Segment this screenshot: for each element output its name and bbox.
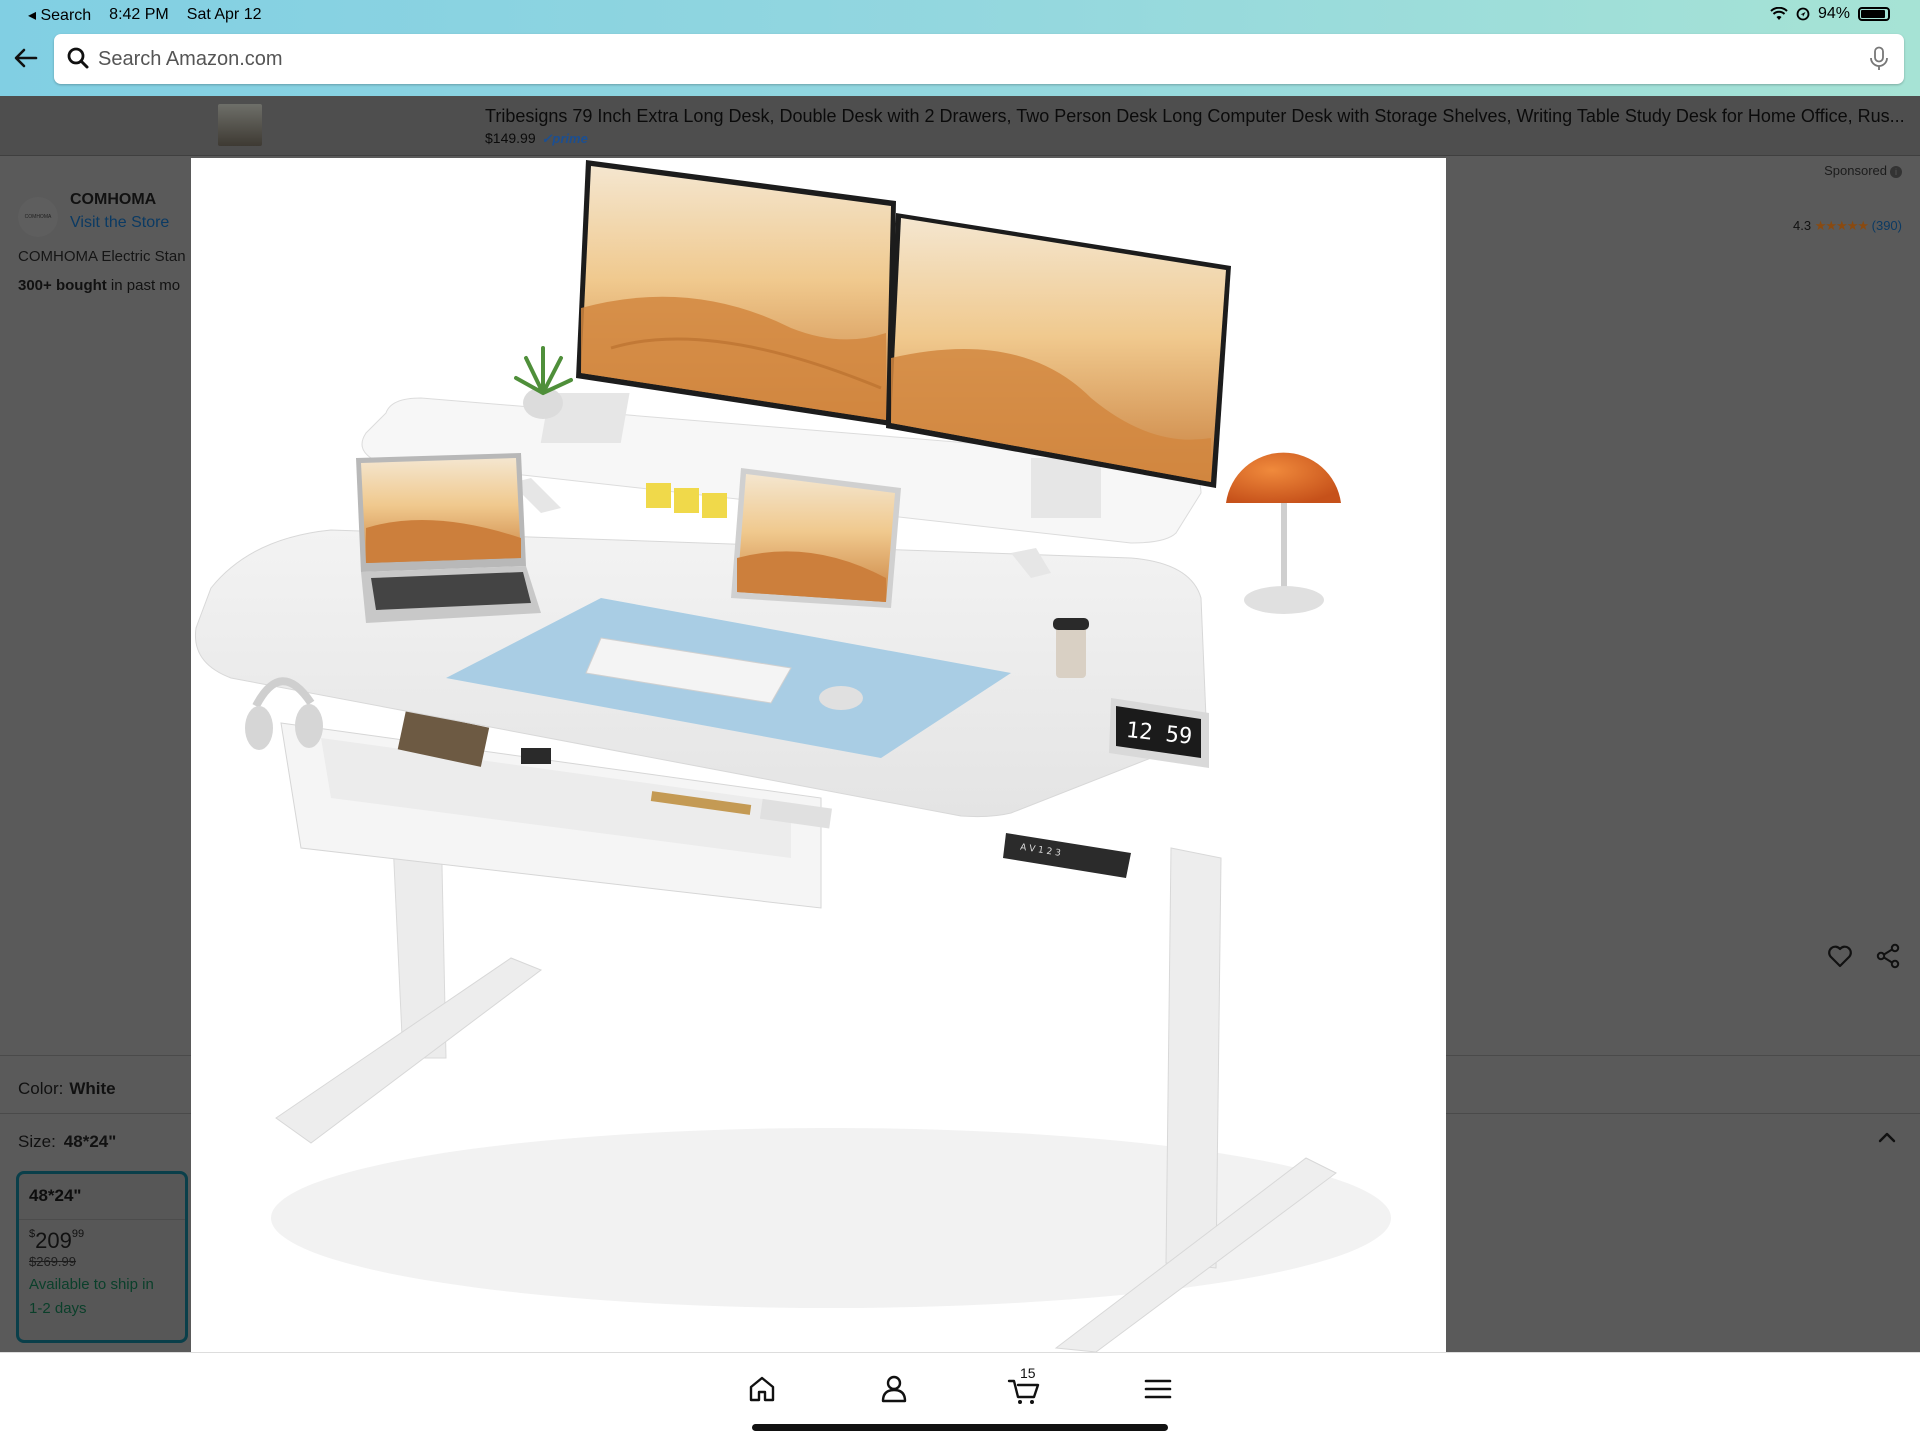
bought-count-bold: 300+ bought bbox=[18, 277, 107, 294]
search-input[interactable] bbox=[98, 42, 1838, 76]
rating-summary[interactable]: 4.3 ★★★★★ (390) bbox=[1793, 218, 1902, 234]
prime-badge: ✓prime bbox=[541, 131, 588, 146]
rating-count[interactable]: (390) bbox=[1872, 218, 1902, 233]
ad-product-title[interactable]: Tribesigns 79 Inch Extra Long Desk, Doub… bbox=[485, 106, 1910, 127]
wifi-icon bbox=[1770, 7, 1788, 20]
back-button[interactable] bbox=[12, 44, 42, 74]
top-header: ◂ Search 8:42 PM Sat Apr 12 94% bbox=[0, 0, 1920, 96]
product-image-viewer[interactable]: 12 59 A V 1 2 3 bbox=[191, 158, 1446, 1352]
sponsored-text: Sponsored bbox=[1824, 163, 1887, 178]
shipping-info: Available to ship in 1-2 days bbox=[19, 1269, 185, 1325]
back-to-app-link[interactable]: ◂ Search bbox=[28, 5, 91, 25]
home-icon[interactable] bbox=[744, 1371, 780, 1407]
ad-price: $149.99 ✓prime bbox=[485, 130, 588, 147]
status-bar: ◂ Search 8:42 PM Sat Apr 12 94% bbox=[0, 0, 1920, 28]
list-price: $269.99 bbox=[29, 1254, 76, 1269]
microphone-icon[interactable] bbox=[1868, 46, 1890, 72]
price-whole: 209 bbox=[35, 1228, 72, 1253]
sponsored-label[interactable]: Sponsored i bbox=[1824, 163, 1902, 178]
rating-value: 4.3 bbox=[1793, 218, 1812, 233]
price-fraction: 99 bbox=[71, 1228, 85, 1240]
size-option-price: $20999 bbox=[19, 1220, 185, 1254]
cart-count-badge: 15 bbox=[1020, 1365, 1036, 1381]
visit-store-link[interactable]: Visit the Store bbox=[70, 214, 169, 232]
size-label: Size: bbox=[18, 1132, 56, 1151]
ad-price-value: $149.99 bbox=[485, 130, 536, 146]
size-value: 48*24" bbox=[63, 1132, 117, 1151]
size-selector: Size: 48*24" bbox=[18, 1132, 116, 1152]
menu-icon[interactable] bbox=[1140, 1371, 1176, 1407]
shipping-line-2: 1-2 days bbox=[29, 1300, 87, 1317]
brand-name: COMHOMA bbox=[70, 191, 157, 208]
search-icon bbox=[67, 47, 89, 69]
search-bar[interactable] bbox=[54, 34, 1904, 84]
battery-icon bbox=[1858, 7, 1890, 21]
standing-desk-product-image: 12 59 A V 1 2 3 bbox=[194, 160, 1391, 1352]
share-icon[interactable] bbox=[1874, 942, 1902, 970]
sponsored-product-banner[interactable]: Tribesigns 79 Inch Extra Long Desk, Doub… bbox=[0, 96, 1920, 156]
product-title: COMHOMA Electric Stan bbox=[18, 248, 186, 265]
size-option-label: 48*24" bbox=[19, 1174, 185, 1220]
size-option-card[interactable]: 48*24" $20999 $269.99 Available to ship … bbox=[16, 1171, 188, 1343]
color-selector: Color: White bbox=[18, 1079, 116, 1099]
heart-icon[interactable] bbox=[1826, 942, 1854, 970]
battery-percent: 94% bbox=[1817, 5, 1850, 22]
chevron-up-icon[interactable] bbox=[1876, 1127, 1898, 1149]
bought-count: 300+ bought in past mo bbox=[18, 277, 190, 294]
status-time: 8:42 PM bbox=[109, 6, 169, 23]
star-rating-icon: ★★★★★ bbox=[1814, 218, 1869, 233]
home-indicator[interactable] bbox=[752, 1424, 1168, 1431]
arrow-left-icon bbox=[14, 48, 38, 68]
color-label: Color: bbox=[18, 1079, 64, 1098]
location-lock-icon bbox=[1796, 7, 1810, 21]
color-value: White bbox=[69, 1079, 116, 1098]
bought-count-rest: in past mo bbox=[106, 277, 181, 294]
info-icon[interactable]: i bbox=[1890, 166, 1902, 178]
account-icon[interactable] bbox=[876, 1371, 912, 1407]
shipping-line-1: Available to ship in bbox=[29, 1276, 154, 1293]
ad-product-thumbnail[interactable] bbox=[218, 104, 262, 146]
status-date: Sat Apr 12 bbox=[186, 6, 262, 23]
brand-logo[interactable]: COMHOMA bbox=[18, 197, 58, 237]
